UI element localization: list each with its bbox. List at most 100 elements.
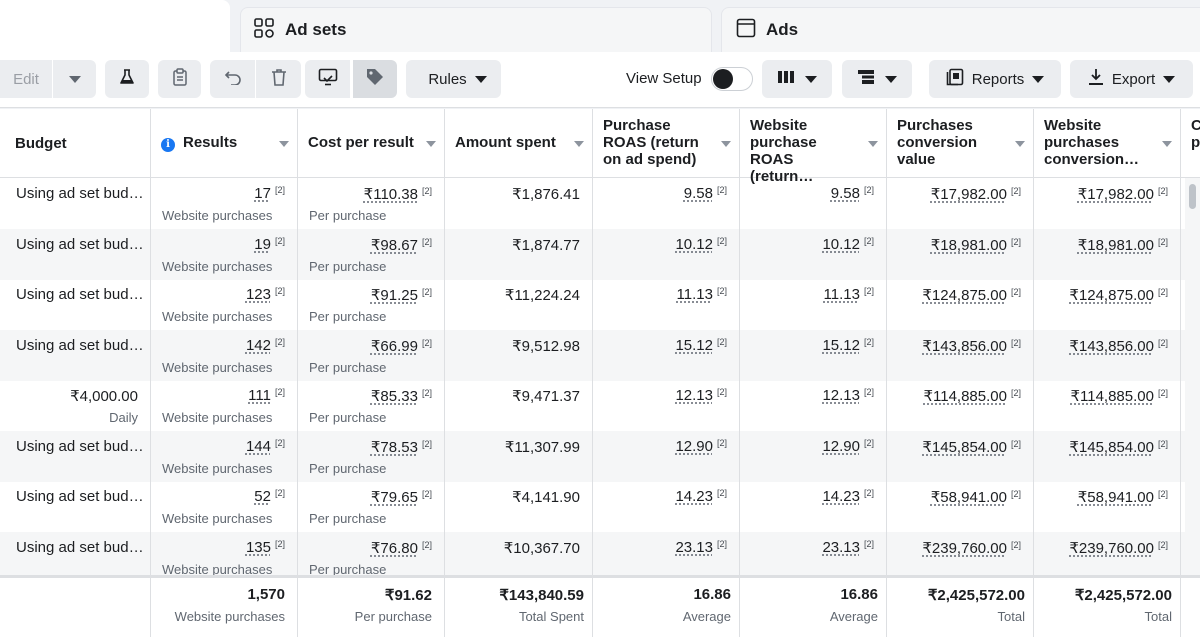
sort-caret-icon[interactable]	[1015, 141, 1025, 147]
cell-purchase-roas[interactable]: 11.13 [2]	[593, 279, 740, 330]
cell-purchase-roas[interactable]: 9.58 [2]	[593, 178, 740, 229]
cell-website-purchases-conversion[interactable]: ₹114,885.00 [2]	[1034, 380, 1181, 431]
cell-value-text[interactable]: 12.13	[822, 387, 860, 404]
cell-purchase-roas[interactable]: 15.12 [2]	[593, 329, 740, 381]
table-row[interactable]: Using ad set bud… 144 [2] Website purchases…	[0, 430, 1200, 482]
cell-website-purchase-roas[interactable]: 11.13 [2]	[740, 279, 887, 330]
cell-cost-per-result[interactable]: ₹79.65 [2] Per purchase	[298, 481, 445, 532]
tab-ad-sets[interactable]: Ad sets	[240, 7, 712, 52]
sort-caret-icon[interactable]	[868, 141, 878, 147]
table-row[interactable]: Using ad set bud… 52 [2] Website purchases ₹…	[0, 481, 1200, 532]
cell-website-purchase-roas[interactable]: 12.13 [2]	[740, 380, 887, 431]
rules-button[interactable]: Rules	[406, 60, 501, 98]
cell-value-text[interactable]: ₹124,875.00	[922, 287, 1007, 304]
cell-value-text[interactable]: 10.12	[675, 236, 713, 253]
cell-value-text[interactable]: 15.12	[822, 337, 860, 354]
cell-website-purchase-roas[interactable]: 14.23 [2]	[740, 481, 887, 532]
cell-value-text[interactable]: ₹17,982.00	[1078, 186, 1154, 203]
cell-website-purchases-conversion[interactable]: ₹143,856.00 [2]	[1034, 329, 1181, 381]
columns-button[interactable]	[762, 60, 832, 98]
sort-caret-icon[interactable]	[574, 141, 584, 147]
cell-results[interactable]: 52 [2] Website purchases	[151, 481, 298, 532]
cell-value-text[interactable]: ₹143,856.00	[1069, 338, 1154, 355]
column-header-budget[interactable]: Budget	[4, 109, 151, 178]
cell-value-text[interactable]: ₹114,885.00	[1070, 388, 1154, 405]
cell-website-purchases-conversion[interactable]: ₹124,875.00 [2]	[1034, 279, 1181, 330]
cell-value-text[interactable]: 123	[246, 286, 271, 303]
cell-value-text[interactable]: ₹17,982.00	[931, 186, 1007, 203]
cell-purchases-conversion-value[interactable]: ₹114,885.00 [2]	[887, 380, 1034, 431]
cell-website-purchases-conversion[interactable]: ₹17,982.00 [2]	[1034, 178, 1181, 229]
cell-value-text[interactable]: 11.13	[824, 286, 860, 303]
cell-value-text[interactable]: ₹18,981.00	[931, 237, 1007, 254]
cell-cost-per-result[interactable]: ₹91.25 [2] Per purchase	[298, 279, 445, 330]
column-header-next[interactable]: C p	[1181, 109, 1200, 178]
cell-value-text[interactable]: ₹76.80	[371, 540, 418, 557]
cell-results[interactable]: 19 [2] Website purchases	[151, 228, 298, 280]
scrollbar-thumb[interactable]	[1189, 184, 1196, 209]
delete-button[interactable]	[256, 60, 301, 98]
column-header-amount-spent[interactable]: Amount spent	[445, 109, 593, 178]
cell-value-text[interactable]: 14.23	[675, 488, 713, 505]
ab-test-button[interactable]	[105, 60, 149, 98]
cell-website-purchase-roas[interactable]: 12.90 [2]	[740, 430, 887, 482]
cell-results[interactable]: 142 [2] Website purchases	[151, 329, 298, 381]
table-row[interactable]: Using ad set bud… 123 [2] Website purchases…	[0, 279, 1200, 330]
cell-value-text[interactable]: 23.13	[822, 539, 860, 556]
cell-value-text[interactable]: 9.58	[831, 185, 860, 202]
cell-value-text[interactable]: ₹66.99	[371, 338, 418, 355]
cell-value-text[interactable]: ₹143,856.00	[922, 338, 1007, 355]
column-header-website-purchases-conversion[interactable]: Website purchases conversion…	[1034, 109, 1181, 178]
cell-website-purchases-conversion[interactable]: ₹145,854.00 [2]	[1034, 430, 1181, 482]
info-icon[interactable]: i	[161, 138, 175, 152]
column-header-purchase-roas[interactable]: Purchase ROAS (return on ad spend)	[593, 109, 740, 178]
cell-value-text[interactable]: 142	[246, 337, 271, 354]
cell-website-purchases-conversion[interactable]: ₹58,941.00 [2]	[1034, 481, 1181, 532]
cell-value-text[interactable]: 135	[246, 539, 271, 556]
cell-value-text[interactable]: 144	[246, 438, 271, 455]
cell-purchase-roas[interactable]: 12.90 [2]	[593, 430, 740, 482]
cell-purchases-conversion-value[interactable]: ₹17,982.00 [2]	[887, 178, 1034, 229]
sort-caret-icon[interactable]	[279, 141, 289, 147]
column-header-results[interactable]: i Results	[151, 109, 298, 178]
cell-value-text[interactable]: ₹58,941.00	[1078, 489, 1154, 506]
sort-caret-icon[interactable]	[721, 141, 731, 147]
cell-value-text[interactable]: 17	[254, 185, 271, 202]
cell-purchases-conversion-value[interactable]: ₹58,941.00 [2]	[887, 481, 1034, 532]
cell-purchases-conversion-value[interactable]: ₹124,875.00 [2]	[887, 279, 1034, 330]
cell-value-text[interactable]: ₹78.53	[371, 439, 418, 456]
cell-value-text[interactable]: 12.90	[822, 438, 860, 455]
cell-value-text[interactable]: ₹239,760.00	[922, 540, 1007, 557]
cell-value-text[interactable]: ₹58,941.00	[931, 489, 1007, 506]
table-row[interactable]: Using ad set bud… 19 [2] Website purchases ₹…	[0, 228, 1200, 280]
tab-ads[interactable]: Ads	[721, 7, 1200, 52]
cell-purchases-conversion-value[interactable]: ₹145,854.00 [2]	[887, 430, 1034, 482]
cell-value-text[interactable]: 12.13	[675, 387, 713, 404]
cell-value-text[interactable]: ₹79.65	[371, 489, 418, 506]
cell-cost-per-result[interactable]: ₹110.38 [2] Per purchase	[298, 178, 445, 229]
table-row[interactable]: Using ad set bud… 142 [2] Website purchases…	[0, 329, 1200, 381]
table-row[interactable]: ₹4,000.00 Daily 111 [2] Website purchases ₹85…	[0, 380, 1200, 431]
cell-value-text[interactable]: ₹145,854.00	[1069, 439, 1154, 456]
sort-caret-icon[interactable]	[1162, 141, 1172, 147]
cell-value-text[interactable]: 23.13	[675, 539, 713, 556]
breakdown-button[interactable]	[842, 60, 912, 98]
column-header-cost-per-result[interactable]: Cost per result	[298, 109, 445, 178]
cell-value-text[interactable]: ₹85.33	[371, 388, 418, 405]
cell-value-text[interactable]: 9.58	[684, 185, 713, 202]
duplicate-button[interactable]	[158, 60, 201, 98]
cell-purchase-roas[interactable]: 14.23 [2]	[593, 481, 740, 532]
column-header-website-purchase-roas[interactable]: Website purchase ROAS (return…	[740, 109, 887, 185]
cell-value-text[interactable]: ₹124,875.00	[1069, 287, 1154, 304]
cell-results[interactable]: 111 [2] Website purchases	[151, 380, 298, 431]
cell-value-text[interactable]: 19	[254, 236, 271, 253]
edit-button[interactable]: Edit	[0, 60, 52, 98]
tags-button[interactable]	[353, 60, 397, 98]
cell-value-text[interactable]: 111	[248, 387, 271, 404]
undo-button[interactable]	[210, 60, 255, 98]
cell-value-text[interactable]: ₹18,981.00	[1078, 237, 1154, 254]
vertical-scrollbar[interactable]	[1185, 178, 1200, 574]
cell-value-text[interactable]: ₹239,760.00	[1069, 540, 1154, 557]
cell-cost-per-result[interactable]: ₹85.33 [2] Per purchase	[298, 380, 445, 431]
cell-results[interactable]: 17 [2] Website purchases	[151, 178, 298, 229]
